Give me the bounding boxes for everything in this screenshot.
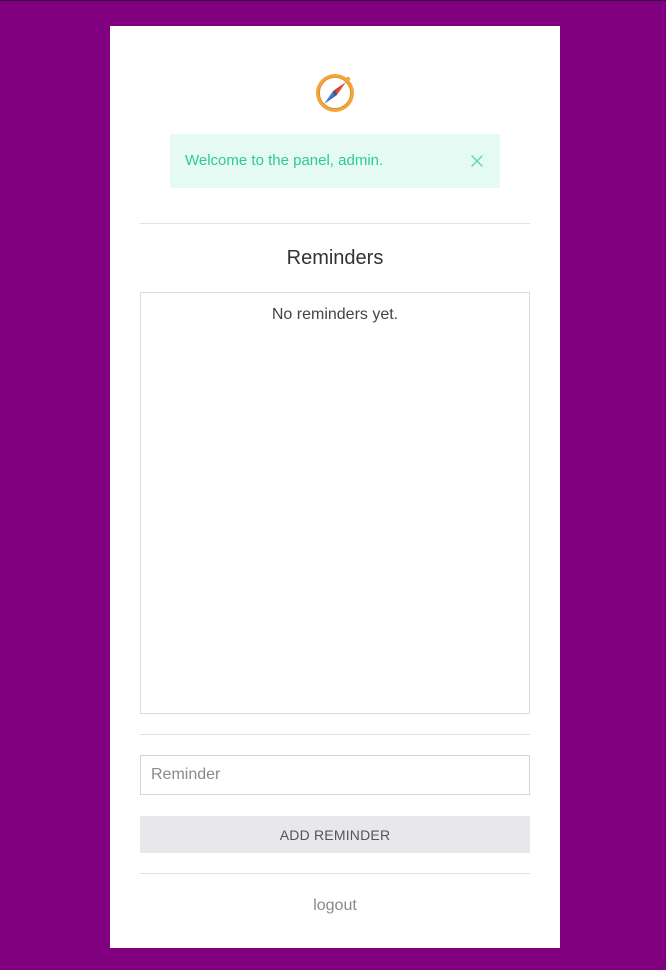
- alert-message: Welcome to the panel, admin.: [185, 152, 384, 169]
- empty-state-text: No reminders yet.: [271, 306, 399, 323]
- close-icon[interactable]: [468, 152, 486, 170]
- compass-icon: [313, 71, 357, 115]
- reminder-input[interactable]: [140, 755, 530, 795]
- welcome-alert: Welcome to the panel, admin.: [170, 134, 500, 188]
- divider-top: [140, 223, 530, 224]
- divider-bottom: [140, 873, 530, 874]
- add-reminder-button[interactable]: ADD REMINDER: [140, 816, 530, 853]
- reminders-list[interactable]: No reminders yet.: [140, 292, 530, 714]
- logout-link[interactable]: logout: [140, 897, 530, 915]
- panel-card: Welcome to the panel, admin. Reminders N…: [110, 26, 560, 948]
- reminders-heading: Reminders: [286, 247, 384, 269]
- top-border: [0, 0, 666, 1]
- divider-middle: [140, 734, 530, 735]
